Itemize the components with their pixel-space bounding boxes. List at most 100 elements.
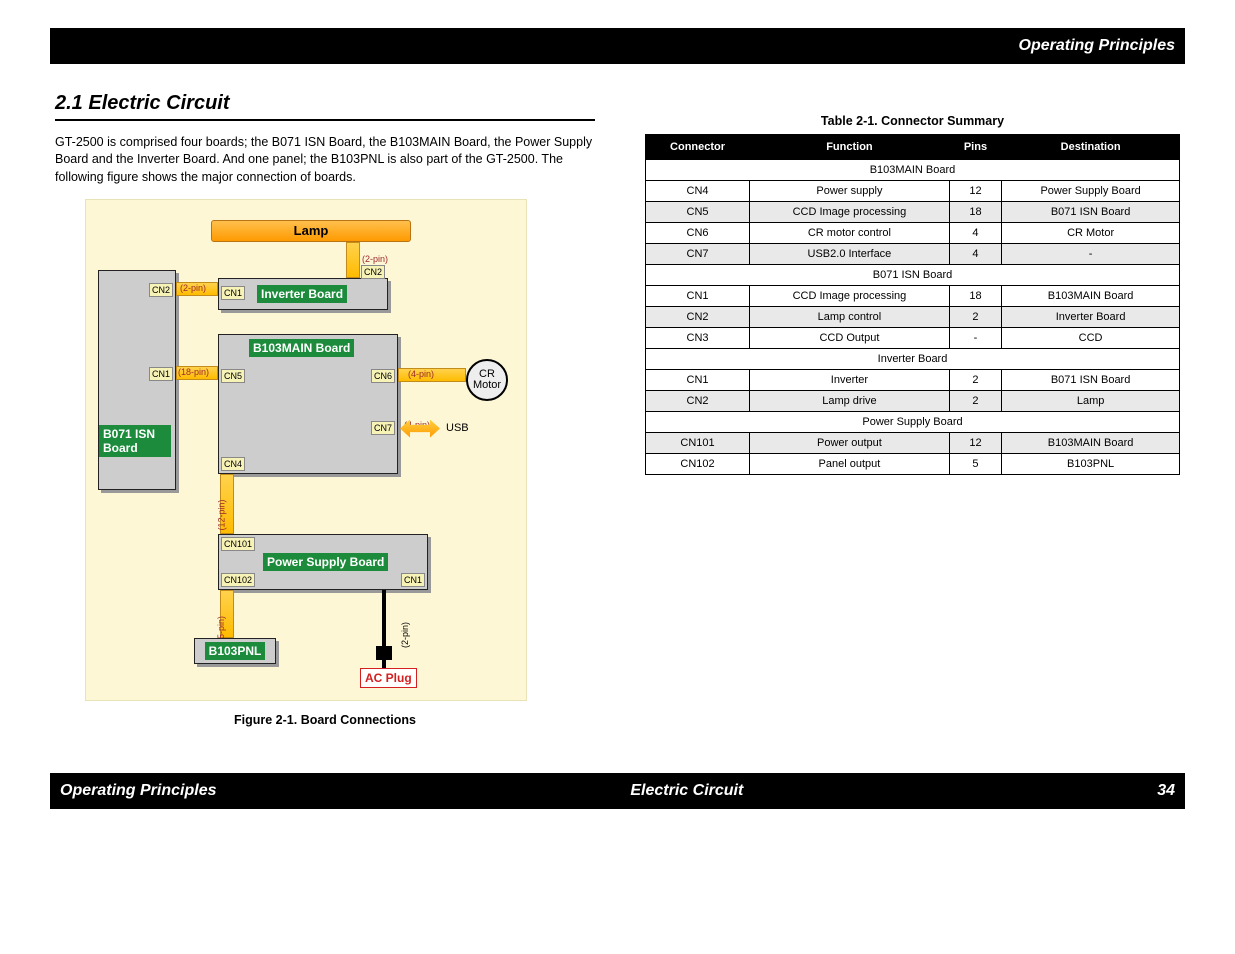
inverter-board-label: Inverter Board (257, 285, 347, 303)
table-cell: CN1 (646, 286, 750, 307)
figure-caption: Figure 2-1. Board Connections (55, 713, 595, 727)
table-cell: 2 (949, 370, 1001, 391)
cable-label-2pin-ac: (2-pin) (400, 621, 410, 647)
footer-center: Electric Circuit (630, 782, 743, 800)
table-cell: Inverter (750, 370, 950, 391)
table-cell: Panel output (750, 454, 950, 475)
cable-label-18pin: (18-pin) (178, 367, 209, 377)
table-row: CN6CR motor control4CR Motor (646, 223, 1180, 244)
table-cell: CN1 (646, 370, 750, 391)
footer-right: 34 (1157, 782, 1175, 800)
table-cell: B071 ISN Board (1002, 202, 1180, 223)
table-cell: Inverter Board (1002, 307, 1180, 328)
table-row: CN2Lamp control2Inverter Board (646, 307, 1180, 328)
isn-board-label: B071 ISN Board (99, 425, 171, 457)
table-cell: CN102 (646, 454, 750, 475)
table-cell: CCD Output (750, 328, 950, 349)
inverter-cn2-pin: CN2 (361, 265, 385, 279)
table-cell: 12 (949, 433, 1001, 454)
table-cell: B103MAIN Board (1002, 286, 1180, 307)
cable-label-4pin-motor: (4-pin) (408, 369, 434, 379)
table-row: CN4Power supply12Power Supply Board (646, 181, 1180, 202)
table-row: CN102Panel output5B103PNL (646, 454, 1180, 475)
main-cn6-pin: CN6 (371, 369, 395, 383)
cable-label-2pin-b: (2-pin) (180, 283, 206, 293)
power-supply-label: Power Supply Board (263, 553, 388, 571)
cable-lamp-inverter (346, 242, 360, 278)
table-cell: CN4 (646, 181, 750, 202)
table-row: CN2Lamp drive2Lamp (646, 391, 1180, 412)
inverter-cn1-pin: CN1 (221, 286, 245, 300)
table-row: CN7USB2.0 Interface4- (646, 244, 1180, 265)
connector-summary-table: ConnectorFunctionPinsDestination B103MAI… (645, 134, 1180, 475)
main-cn4-pin: CN4 (221, 457, 245, 471)
footer-left: Operating Principles (60, 782, 216, 800)
section-heading: 2.1 Electric Circuit (55, 84, 595, 121)
cr-motor: CR Motor (466, 359, 508, 401)
table-row: CN1Inverter2B071 ISN Board (646, 370, 1180, 391)
table-section-title: Inverter Board (646, 349, 1180, 370)
table-cell: 18 (949, 286, 1001, 307)
table-caption: Table 2-1. Connector Summary (645, 114, 1180, 128)
cable-label-12pin: (12-pin) (217, 499, 227, 530)
ac-plug-label: AC Plug (360, 668, 417, 688)
table-cell: 4 (949, 223, 1001, 244)
table-row: CN5CCD Image processing18B071 ISN Board (646, 202, 1180, 223)
table-header: Function (750, 135, 950, 160)
ac-plug-icon (376, 646, 392, 660)
table-cell: 18 (949, 202, 1001, 223)
cable-label-2pin-a: (2-pin) (362, 254, 388, 264)
isn-cn1-pin: CN1 (149, 367, 173, 381)
intro-text: GT-2500 is comprised four boards; the B0… (55, 134, 595, 187)
usb-label: USB (446, 422, 469, 434)
table-cell: - (1002, 244, 1180, 265)
main-cn5-pin: CN5 (221, 369, 245, 383)
isn-cn2-pin: CN2 (149, 283, 173, 297)
table-cell: Power supply (750, 181, 950, 202)
table-cell: CR Motor (1002, 223, 1180, 244)
ps-cn101-pin: CN101 (221, 537, 255, 551)
inverter-board-block: CN1 Inverter Board CN2 (218, 278, 388, 310)
table-section-title: B071 ISN Board (646, 265, 1180, 286)
table-cell: B103MAIN Board (1002, 433, 1180, 454)
table-row: CN101Power output12B103MAIN Board (646, 433, 1180, 454)
main-board-label: B103MAIN Board (249, 339, 354, 357)
table-cell: CCD (1002, 328, 1180, 349)
table-cell: Lamp drive (750, 391, 950, 412)
table-header: Destination (1002, 135, 1180, 160)
table-cell: CN6 (646, 223, 750, 244)
table-cell: Lamp (1002, 391, 1180, 412)
ps-cn102-pin: CN102 (221, 573, 255, 587)
table-cell: CN101 (646, 433, 750, 454)
table-header: Connector (646, 135, 750, 160)
header-right: Operating Principles (50, 28, 1185, 64)
table-cell: CN3 (646, 328, 750, 349)
lamp-block: Lamp (211, 220, 411, 242)
table-row: CN1CCD Image processing18B103MAIN Board (646, 286, 1180, 307)
pnl-block: B103PNL (194, 638, 276, 664)
table-header: Pins (949, 135, 1001, 160)
table-cell: CCD Image processing (750, 202, 950, 223)
board-connection-diagram: Lamp (2-pin) CN1 Inverter Board CN2 CN2 … (85, 199, 527, 701)
table-section-title: Power Supply Board (646, 412, 1180, 433)
table-cell: Lamp control (750, 307, 950, 328)
table-cell: USB2.0 Interface (750, 244, 950, 265)
table-cell: Power output (750, 433, 950, 454)
main-cn7-pin: CN7 (371, 421, 395, 435)
table-cell: 2 (949, 391, 1001, 412)
table-cell: CN2 (646, 307, 750, 328)
table-cell: - (949, 328, 1001, 349)
table-cell: CN7 (646, 244, 750, 265)
main-board-block: B103MAIN Board CN5 CN6 CN7 CN4 (218, 334, 398, 474)
table-cell: CN5 (646, 202, 750, 223)
table-cell: Power Supply Board (1002, 181, 1180, 202)
ps-cn1-pin: CN1 (401, 573, 425, 587)
table-cell: CN2 (646, 391, 750, 412)
table-cell: 5 (949, 454, 1001, 475)
isn-board-block: CN2 CN1 B071 ISN Board (98, 270, 176, 490)
table-cell: CR motor control (750, 223, 950, 244)
table-row: CN3CCD Output-CCD (646, 328, 1180, 349)
table-cell: B103PNL (1002, 454, 1180, 475)
table-cell: CCD Image processing (750, 286, 950, 307)
footer-bar: Operating Principles Electric Circuit 34 (50, 773, 1185, 809)
